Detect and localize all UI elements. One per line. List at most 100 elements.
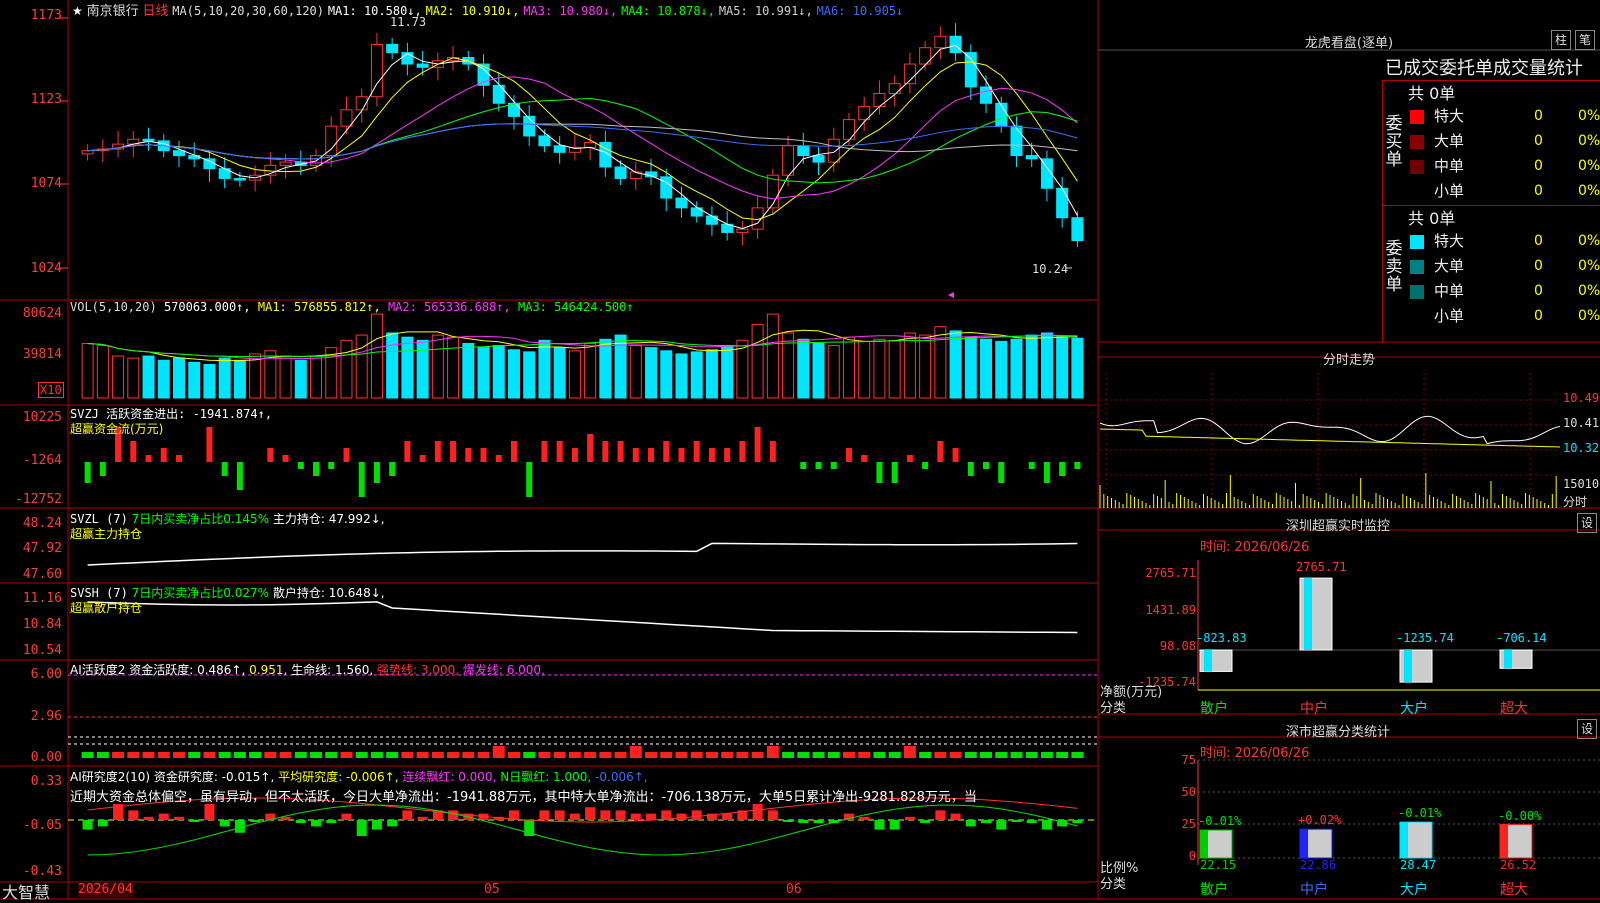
capital-flow-bar [389, 462, 396, 476]
vol-header: VOL(5,10,20) 570063.000↑, MA1: 576855.81… [70, 300, 634, 314]
candle [233, 177, 246, 181]
activity-bar [386, 752, 399, 758]
ratio-bar-highlight [1400, 822, 1408, 858]
ai1-life: 生命线: 1.560, [291, 663, 374, 677]
stat-time: 时间: 2026/06/26 [1200, 746, 1310, 761]
ai2-last: -0.006↑, [595, 770, 648, 784]
svzj-sub: 超赢资金流(万元) [70, 422, 164, 436]
intraday-price-line [1099, 415, 1561, 445]
activity-bar [934, 752, 947, 758]
buy-order-row-name: 大单 [1434, 132, 1465, 150]
svsh-ratio: 7日内买卖净占比0.027% [131, 586, 270, 600]
ratio-bar-highlight [1500, 824, 1508, 858]
period-label[interactable]: 日线 [142, 4, 168, 19]
capital-flow-bar [313, 462, 320, 476]
volume-bar [873, 338, 886, 399]
buy-total: 共 0单 [1408, 84, 1456, 103]
favorite-star-icon[interactable]: ★ [72, 4, 83, 18]
research-bar [204, 804, 215, 820]
research-bar [1026, 820, 1037, 824]
activity-bar [782, 752, 795, 758]
candle [142, 138, 155, 142]
sell-order-row: 特大 0 0% [1408, 229, 1600, 254]
volume-bar [705, 349, 718, 399]
research-bar [676, 813, 687, 820]
research-bar [82, 820, 93, 830]
ma3-value: MA3: 10.980↓, [523, 4, 618, 18]
capital-flow-bar [267, 448, 274, 462]
volume-bar [96, 345, 109, 399]
vol-ma1: MA1: 576855.812↑, [257, 300, 381, 314]
research-bar [189, 820, 200, 822]
stat-ytick: 50 [1181, 785, 1196, 799]
ai2-cont: 连续飘红: 0.000, [402, 770, 497, 784]
candle [827, 138, 840, 163]
volume-bar [903, 332, 916, 399]
ratio-value: 22.86 [1300, 858, 1337, 872]
capital-flow-bar [648, 448, 655, 462]
volume-bar [842, 336, 855, 399]
activity-bar [157, 752, 170, 758]
ratio-bar-highlight [1200, 830, 1208, 858]
ratio-value: 26.52 [1500, 858, 1537, 872]
stat-settings-button[interactable]: 设 [1577, 719, 1597, 739]
buy-order-row-pct: 0% [1578, 158, 1600, 174]
candle [81, 150, 94, 155]
activity-bar [188, 752, 201, 758]
ma-line-4 [87, 97, 1078, 184]
research-bar [1011, 820, 1022, 822]
ratio-category: 超大 [1500, 882, 1528, 898]
activity-bar [355, 752, 368, 758]
capital-flow-bar [678, 448, 685, 462]
activity-bar [721, 752, 734, 758]
vol-unit-badge[interactable]: X10 [38, 382, 64, 398]
research-bar [402, 810, 413, 820]
sell-order-row-name: 大单 [1434, 257, 1465, 275]
candle [279, 161, 292, 166]
activity-bar [599, 752, 612, 758]
volume-bar [112, 355, 125, 399]
ratio-bar-highlight [1300, 829, 1308, 858]
research-bar [646, 813, 657, 820]
sell-orders-label: 委卖单 [1385, 239, 1403, 295]
main-ytick: 1173 [30, 8, 62, 23]
candle [614, 166, 627, 179]
research-bar [615, 810, 626, 820]
volume-bar [645, 347, 658, 399]
ai2-label: AI研究度2(10) [70, 770, 151, 784]
research-bar [767, 810, 778, 820]
candle [1025, 155, 1038, 160]
svsh-ytick: 10.54 [22, 643, 62, 658]
monitor-class-label: 分类 [1100, 701, 1127, 716]
activity-bar [873, 752, 886, 758]
capital-flow-bar [434, 441, 441, 462]
candle [705, 215, 718, 225]
monitor-settings-button[interactable]: 设 [1577, 513, 1597, 533]
vol-ma3: MA3: 546424.500↑ [518, 300, 634, 314]
color-swatch-icon [1410, 235, 1424, 249]
candle [964, 52, 977, 88]
intraday-vol-tick: 15010 [1563, 477, 1600, 491]
activity-bar [645, 752, 658, 758]
candle [888, 83, 901, 94]
intraday-avg-line [1099, 428, 1561, 448]
bar-mode-button[interactable]: 柱 [1551, 30, 1571, 50]
intraday-ytick: 10.41 [1563, 416, 1600, 430]
capital-flow-bar [830, 462, 837, 469]
volume-bar [172, 357, 185, 399]
research-bar [1072, 820, 1083, 824]
buy-order-row: 小单 0 0% [1408, 179, 1600, 204]
research-bar [326, 820, 337, 824]
capital-flow-bar [84, 462, 91, 483]
volume-bar [370, 313, 383, 399]
activity-bar [523, 752, 536, 758]
tick-mode-button[interactable]: 笔 [1575, 30, 1595, 50]
capital-flow-bar [419, 455, 426, 462]
stock-name: 南京银行 [86, 4, 139, 19]
candle [980, 86, 993, 104]
research-bar [539, 810, 550, 820]
retail-holding-line [87, 601, 1078, 634]
research-bar [904, 816, 915, 820]
chart-canvas[interactable] [0, 0, 1600, 900]
activity-bar [827, 752, 840, 758]
